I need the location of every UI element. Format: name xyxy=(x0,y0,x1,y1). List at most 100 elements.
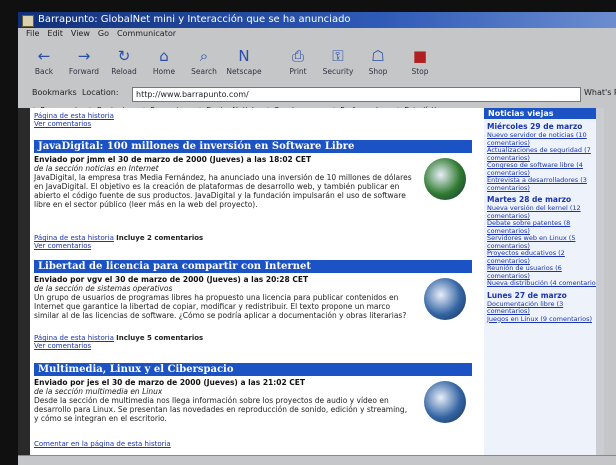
article-body: JavaDigital, la empresa tras Media Ferná… xyxy=(34,173,412,209)
stop-button[interactable]: ■ Stop xyxy=(402,45,438,79)
reload-button[interactable]: ↻ Reload xyxy=(106,45,142,79)
menu-bar: File Edit View Go Communicator xyxy=(18,29,616,42)
sidebar-story-link[interactable]: Documentación libre (3 comentarios) xyxy=(487,300,604,316)
location-label: Location: xyxy=(82,88,119,97)
print-button[interactable]: ⎙ Print xyxy=(280,45,316,79)
article-byline: Enviado por jes el 30 de marzo de 2000 (… xyxy=(34,378,306,387)
toolbar-label: Print xyxy=(289,67,307,76)
menu-item-edit[interactable]: Edit xyxy=(47,29,63,38)
page-left-border xyxy=(18,108,30,465)
sidebar-story-link[interactable]: Debate sobre patentes (8 comentarios) xyxy=(487,219,604,235)
netscape-button[interactable]: N Netscape xyxy=(226,45,262,79)
article: Multimedia, Linux y el Ciberspacio Enviad… xyxy=(34,363,472,423)
sidebar-list: Miércoles 29 de marzo Nuevo servidor de n… xyxy=(484,122,604,323)
sidebar-day: Lunes 27 de marzo xyxy=(487,290,567,300)
home-icon: ⌂ xyxy=(159,47,169,65)
sidebar-story-link[interactable]: Reunión de usuarios (6 comentarios) xyxy=(487,264,604,280)
shop-icon: ☖ xyxy=(371,47,385,65)
toolbar-label: Search xyxy=(191,67,217,76)
comment-count: Incluye 5 comentarios xyxy=(116,334,204,342)
article-section: de la sección de sistemas operativos xyxy=(34,284,173,293)
toolbar-label: Home xyxy=(152,67,176,76)
article-section: de la sección multimedia en Linux xyxy=(34,387,163,396)
view-comments-link[interactable]: Ver comentarios xyxy=(34,242,91,250)
print-icon: ⎙ xyxy=(291,47,304,65)
article-byline: Enviado por vgv el 30 de marzo de 2000 (… xyxy=(34,275,309,284)
article-body: Desde la sección de multimedia nos llega… xyxy=(34,396,408,423)
sidebar-story-link[interactable]: Actualizaciones de seguridad (7 comentar… xyxy=(487,146,604,162)
location-bar: Bookmarks Location: http://www.barrapunt… xyxy=(18,85,616,103)
menu-item-go[interactable]: Go xyxy=(98,29,109,38)
story-page-link[interactable]: Comentar en la página de esta historia xyxy=(34,440,171,448)
article-body: Un grupo de usuarios de programas libres… xyxy=(34,293,407,320)
security-button[interactable]: ⚿ Security xyxy=(320,45,356,79)
whats-related-button[interactable]: What's Related xyxy=(584,88,616,97)
sidebar-story-link[interactable]: Juegos en Linux (9 comentarios) xyxy=(487,315,604,324)
article-footer: Página de esta historia Incluye 2 coment… xyxy=(34,234,203,250)
article-title[interactable]: Multimedia, Linux y el Ciberspacio xyxy=(34,363,472,376)
lock-icon: ⚿ xyxy=(332,47,344,65)
article-section: de la sección noticias en Internet xyxy=(34,164,159,173)
status-bar xyxy=(18,455,616,465)
stop-icon: ■ xyxy=(412,47,428,65)
article-title[interactable]: JavaDigital: 100 millones de inversión e… xyxy=(34,140,472,153)
article-footer: Página de esta historia Incluye 5 coment… xyxy=(34,334,203,350)
main-content: Página de esta historia Ver comentarios … xyxy=(30,108,480,465)
sidebar-day: Miércoles 29 de marzo xyxy=(487,122,583,131)
back-arrow-icon: ← xyxy=(37,47,51,65)
url-input[interactable]: http://www.barrapunto.com/ xyxy=(132,87,581,102)
forward-arrow-icon: → xyxy=(77,47,91,65)
story-page-link[interactable]: Página de esta historia xyxy=(34,234,114,242)
sidebar-story-link[interactable]: Nuevo servidor de noticias (10 comentari… xyxy=(487,131,604,147)
bookmarks-button[interactable]: Bookmarks xyxy=(32,88,77,97)
search-button[interactable]: ⌕ Search xyxy=(186,45,222,79)
sidebar-title: Noticias viejas xyxy=(484,108,604,119)
globe-icon xyxy=(424,381,466,423)
money-icon xyxy=(424,158,466,200)
globe-icon xyxy=(424,278,466,320)
netscape-icon: N xyxy=(238,47,250,65)
sidebar-day: Martes 28 de marzo xyxy=(487,195,572,204)
top-links: Página de esta historia Ver comentarios xyxy=(34,112,114,128)
shop-button[interactable]: ☖ Shop xyxy=(360,45,396,79)
scrollbar[interactable] xyxy=(596,108,604,465)
forward-button[interactable]: → Forward xyxy=(66,45,102,79)
menu-item-communicator[interactable]: Communicator xyxy=(117,29,176,38)
story-page-link[interactable]: Página de esta historia xyxy=(34,334,114,342)
title-bar: Barrapunto: GlobalNet mini y Interacción… xyxy=(18,12,616,28)
screen: Barrapunto: GlobalNet mini y Interacción… xyxy=(0,0,616,465)
sidebar-story-link[interactable]: Congreso de software libre (4 comentario… xyxy=(487,161,604,177)
window-menu-icon[interactable] xyxy=(22,15,34,27)
article-footer: Comentar en la página de esta historia xyxy=(34,440,171,448)
menu-item-view[interactable]: View xyxy=(71,29,90,38)
view-comments-link[interactable]: Ver comentarios xyxy=(34,342,91,350)
reload-icon: ↻ xyxy=(117,47,131,65)
story-page-link[interactable]: Página de esta historia xyxy=(34,112,114,120)
navigation-toolbar: ← Back → Forward ↻ Reload ⌂ Home ⌕ Search N Netscap… xyxy=(18,43,616,83)
sidebar-story-link[interactable]: Entrevista a desarrolladores (3 comentar… xyxy=(487,176,604,192)
sidebar-story-link[interactable]: Proyectos educativos (2 comentarios) xyxy=(487,249,604,265)
article: JavaDigital: 100 millones de inversión e… xyxy=(34,140,472,209)
sidebar-story-link[interactable]: Nueva distribución (4 comentarios) xyxy=(487,279,604,288)
toolbar-label: Back xyxy=(34,67,54,76)
toolbar-label: Stop xyxy=(411,67,429,76)
toolbar-label: Forward xyxy=(68,67,100,76)
toolbar-label: Reload xyxy=(111,67,137,76)
menu-item-file[interactable]: File xyxy=(26,29,39,38)
comment-count: Incluye 2 comentarios xyxy=(116,234,204,242)
article-byline: Enviado por jmm el 30 de marzo de 2000 (… xyxy=(34,155,312,164)
home-button[interactable]: ⌂ Home xyxy=(146,45,182,79)
back-button[interactable]: ← Back xyxy=(26,45,62,79)
web-page: Página de esta historia Ver comentarios … xyxy=(30,108,604,465)
article-title[interactable]: Libertad de licencia para compartir con … xyxy=(34,260,472,273)
article: Libertad de licencia para compartir con … xyxy=(34,260,472,320)
toolbar-label: Shop xyxy=(368,67,388,76)
sidebar: Noticias viejas Miércoles 29 de marzo Nue… xyxy=(484,108,604,465)
sidebar-story-link[interactable]: Servidores web en Linux (5 comentarios) xyxy=(487,234,604,250)
window-title: Barrapunto: GlobalNet mini y Interacción… xyxy=(38,14,351,25)
search-icon: ⌕ xyxy=(199,47,209,65)
toolbar-label: Netscape xyxy=(226,67,262,76)
sidebar-story-link[interactable]: Nueva versión del kernel (12 comentarios… xyxy=(487,204,604,220)
toolbar-label: Security xyxy=(322,67,354,76)
view-comments-link[interactable]: Ver comentarios xyxy=(34,120,91,128)
